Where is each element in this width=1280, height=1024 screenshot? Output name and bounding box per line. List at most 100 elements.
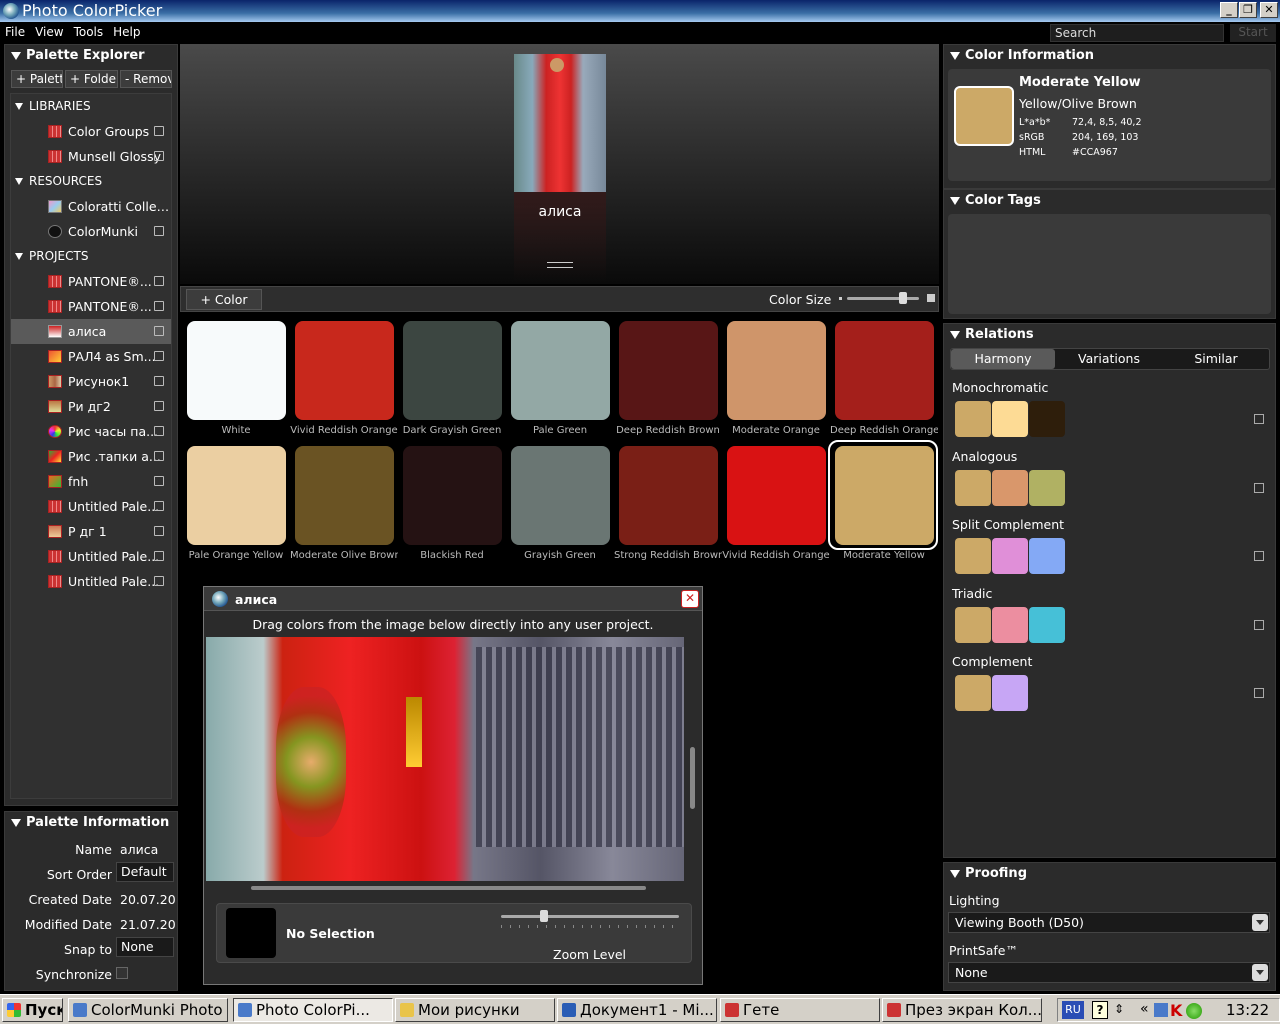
color-swatch[interactable] (727, 321, 826, 420)
harmony-swatch[interactable] (955, 675, 991, 711)
zoom-slider-thumb[interactable] (539, 910, 548, 922)
maximize-button[interactable]: ❐ (1239, 2, 1257, 18)
section-resources[interactable]: RESOURCES (11, 169, 171, 194)
harmony-swatch[interactable] (992, 401, 1028, 437)
horizontal-scrollbar[interactable] (206, 881, 684, 895)
tree-item[interactable]: Untitled Pale... (11, 544, 171, 569)
tree-item[interactable]: fnh (11, 469, 171, 494)
tree-item[interactable]: Ри дг2 (11, 394, 171, 419)
minimize-button[interactable]: _ (1220, 2, 1238, 18)
taskbar-item[interactable]: Документ1 - Mi... (557, 998, 717, 1022)
harmony-swatch[interactable] (1029, 401, 1065, 437)
tree-item[interactable]: Р дг 1 (11, 519, 171, 544)
harmony-swatch[interactable] (1029, 607, 1065, 643)
taskbar-item[interactable]: Мои рисунки (395, 998, 555, 1022)
tree-item[interactable]: PANTONE®... (11, 269, 171, 294)
lighting-select[interactable]: Viewing Booth (D50) (948, 912, 1270, 933)
color-swatch[interactable] (295, 446, 394, 545)
start-menu-button[interactable]: Пуск (2, 998, 63, 1022)
external-link-icon[interactable] (1254, 414, 1264, 424)
tree-item[interactable]: Untitled Pale... (11, 494, 171, 519)
tree-item[interactable]: Рис .тапки а... (11, 444, 171, 469)
color-swatch[interactable] (295, 321, 394, 420)
harmony-swatch[interactable] (955, 401, 991, 437)
harmony-swatch[interactable] (1029, 538, 1065, 574)
color-tags-area[interactable] (948, 214, 1271, 314)
section-libraries[interactable]: LIBRARIES (11, 94, 171, 119)
tab-harmony[interactable]: Harmony (951, 349, 1055, 369)
harmony-swatch[interactable] (955, 470, 991, 506)
taskbar-item[interactable]: Photo ColorPi... (233, 998, 393, 1022)
menu-view[interactable]: View (30, 22, 68, 42)
tree-item[interactable]: Coloratti Collect... (11, 194, 171, 219)
color-size-slider-thumb[interactable] (899, 292, 908, 304)
color-swatch[interactable] (619, 446, 718, 545)
harmony-swatch[interactable] (1029, 470, 1065, 506)
color-size-slider[interactable] (847, 292, 919, 304)
horizontal-scrollbar-thumb[interactable] (251, 886, 646, 890)
tree-item[interactable]: Рисунок1 (11, 369, 171, 394)
harmony-swatch[interactable] (992, 538, 1028, 574)
tree-item[interactable]: PANTONE®... (11, 294, 171, 319)
color-swatch[interactable] (403, 321, 502, 420)
tree-item-selected[interactable]: алиса (11, 319, 171, 344)
search-input[interactable]: Search (1050, 24, 1224, 42)
color-swatch[interactable] (619, 321, 718, 420)
taskbar-item[interactable]: През экран Кол... (882, 998, 1042, 1022)
vertical-scrollbar-thumb[interactable] (690, 747, 695, 809)
external-link-icon[interactable] (1254, 551, 1264, 561)
close-icon[interactable]: ✕ (681, 590, 699, 608)
taskbar-item[interactable]: Гете (720, 998, 880, 1022)
printsafe-select[interactable]: None (948, 962, 1270, 983)
add-palette-button[interactable]: + Palett (11, 70, 63, 88)
add-folder-button[interactable]: + Folde (65, 70, 118, 88)
color-swatch[interactable] (187, 321, 286, 420)
menu-help[interactable]: Help (108, 22, 145, 42)
color-swatch[interactable] (403, 446, 502, 545)
color-swatch[interactable] (187, 446, 286, 545)
menu-tools[interactable]: Tools (69, 22, 109, 42)
network-icon[interactable] (1154, 1003, 1168, 1017)
zoom-slider[interactable] (501, 910, 679, 922)
taskbar-item[interactable]: ColorMunki Photo (68, 998, 228, 1022)
tree-item[interactable]: РАЛ4 as Sm... (11, 344, 171, 369)
color-swatch[interactable] (835, 321, 934, 420)
harmony-swatch[interactable] (955, 538, 991, 574)
snap-to-select[interactable]: None (116, 937, 174, 957)
start-button[interactable]: Start (1230, 24, 1276, 42)
help-icon[interactable]: ? (1092, 1001, 1108, 1019)
vertical-scrollbar[interactable] (686, 637, 700, 881)
external-link-icon[interactable] (1254, 620, 1264, 630)
harmony-swatch[interactable] (992, 470, 1028, 506)
tray-arrow-icon[interactable]: ⇕ (1114, 1002, 1124, 1016)
remove-button[interactable]: - Remov (120, 70, 172, 88)
add-color-button[interactable]: + Color (186, 289, 262, 310)
harmony-swatch[interactable] (992, 607, 1028, 643)
tree-item[interactable]: Color Groups (11, 119, 171, 144)
name-value[interactable]: алиса (120, 842, 158, 857)
tab-similar[interactable]: Similar (1163, 349, 1269, 369)
external-link-icon[interactable] (1254, 483, 1264, 493)
tab-variations[interactable]: Variations (1057, 349, 1161, 369)
sort-order-select[interactable]: Default (116, 862, 174, 882)
external-link-icon[interactable] (1254, 688, 1264, 698)
section-projects[interactable]: PROJECTS (11, 244, 171, 269)
tree-item[interactable]: Untitled Pale... (11, 569, 171, 594)
color-swatch[interactable] (727, 446, 826, 545)
kaspersky-icon[interactable]: K (1170, 1001, 1182, 1020)
language-indicator[interactable]: RU (1062, 1001, 1084, 1019)
tree-item[interactable]: ColorMunki (11, 219, 171, 244)
palette-thumbnail[interactable] (514, 54, 606, 192)
close-button[interactable]: ✕ (1260, 2, 1278, 18)
tray-expand-icon[interactable]: « (1140, 1001, 1149, 1017)
menu-file[interactable]: File (0, 22, 30, 42)
harmony-swatch[interactable] (992, 675, 1028, 711)
tree-item[interactable]: Munsell Glossy (11, 144, 171, 169)
color-swatch[interactable] (511, 446, 610, 545)
tree-item[interactable]: Рис часы па... (11, 419, 171, 444)
color-swatch[interactable] (511, 321, 610, 420)
update-icon[interactable] (1186, 1003, 1202, 1019)
synchronize-checkbox[interactable] (116, 967, 128, 979)
source-image[interactable] (206, 637, 684, 881)
resize-grip-icon[interactable] (547, 262, 573, 268)
